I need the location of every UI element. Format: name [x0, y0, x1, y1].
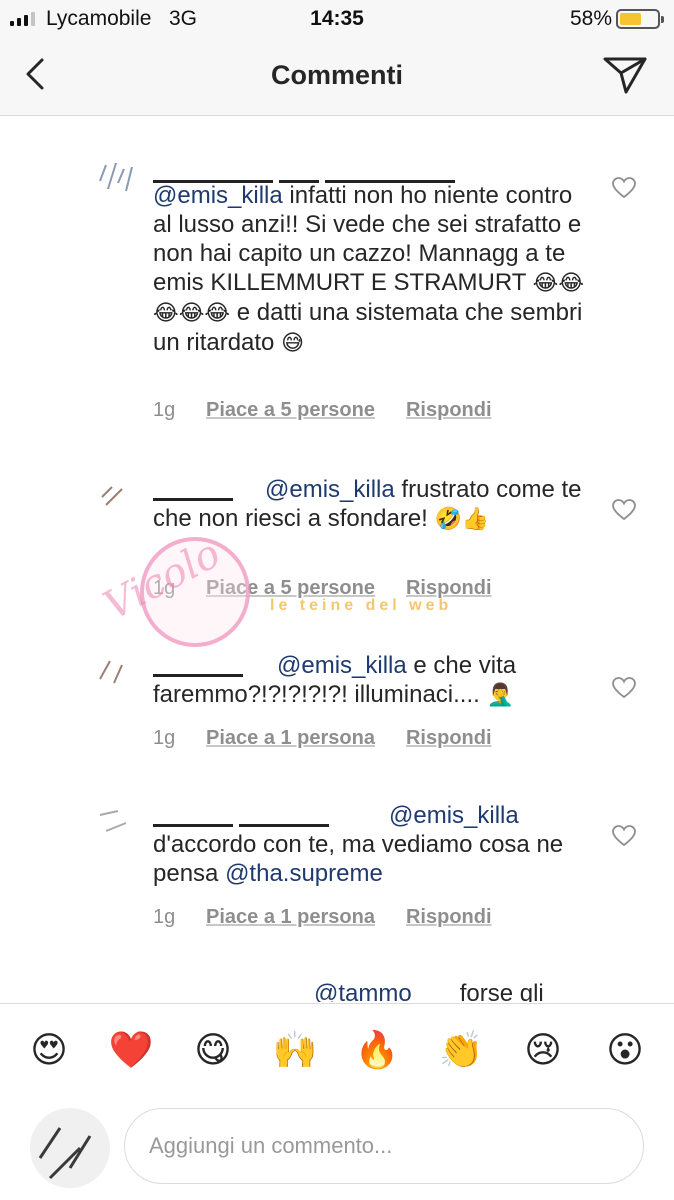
nav-header: Commenti — [0, 38, 674, 116]
yum-emoji-button[interactable]: 😋 — [190, 1028, 236, 1074]
like-heart-icon[interactable] — [612, 825, 636, 847]
avatar-redacted — [101, 486, 123, 506]
rofl-thumbs-emoji: 🤣👍 — [434, 507, 490, 532]
mention-link[interactable]: @emis_killa — [277, 652, 407, 679]
like-heart-icon[interactable] — [612, 677, 636, 699]
likes-link[interactable]: Piace a 5 persone — [206, 399, 375, 422]
reply-button[interactable]: Rispondi — [406, 727, 492, 750]
raised-hands-emoji-button[interactable]: 🙌 — [272, 1028, 318, 1074]
comment-composer — [0, 1100, 674, 1200]
comment-list[interactable]: @emis_killa infatti non ho niente contro… — [0, 117, 674, 1002]
crying-emoji-button[interactable]: 😢 — [520, 1028, 566, 1074]
red-heart-emoji-button[interactable]: ❤️ — [108, 1028, 154, 1074]
status-bar: Lycamobile 3G 14:35 58% — [0, 0, 674, 38]
battery-icon — [616, 9, 664, 29]
heart-eyes-emoji-button[interactable]: 😍 — [26, 1028, 72, 1074]
likes-link[interactable]: Piace a 1 persona — [206, 906, 375, 929]
avatar-redacted — [99, 810, 127, 832]
battery-percent: 58% — [569, 7, 612, 30]
comment-time: 1g — [153, 399, 176, 421]
mention-link[interactable]: @tha.supreme — [225, 860, 383, 887]
surprised-emoji-button[interactable]: 😮 — [602, 1028, 648, 1074]
comment-time: 1g — [153, 727, 176, 749]
likes-link[interactable]: Piace a 5 persone — [206, 577, 375, 600]
reply-button[interactable]: Rispondi — [406, 577, 492, 600]
avatar-redacted — [99, 660, 123, 684]
facepalm-emoji: 🤦‍♂️ — [486, 683, 514, 708]
mention-link[interactable]: @emis_killa — [153, 182, 283, 209]
comment-text: @emis_killa e che vita faremmo?!?!?!?!?!… — [153, 652, 517, 708]
sweat-smile-emoji: 😅 — [281, 331, 305, 356]
comment-text: @emis_killa d'accordo con te, ma vediamo… — [153, 802, 564, 887]
clapping-hands-emoji-button[interactable]: 👏 — [438, 1028, 484, 1074]
mention-link[interactable]: @emis_killa — [265, 476, 395, 503]
comment-time: 1g — [153, 906, 176, 928]
username-redacted — [153, 165, 473, 183]
user-avatar — [30, 1108, 110, 1188]
paper-plane-icon[interactable] — [602, 54, 648, 96]
comment-text: @emis_killa frustrato come te che non ri… — [153, 476, 582, 532]
username-redacted — [153, 987, 293, 1001]
page-title: Commenti — [270, 60, 403, 90]
comment-meta: 1g Piace a 5 persone Rispondi — [153, 399, 492, 422]
comment-text: @emis_killa infatti non ho niente contro… — [153, 182, 585, 356]
likes-link[interactable]: Piace a 1 persona — [206, 727, 375, 750]
comment-meta: 1g Piace a 1 persona Rispondi — [153, 727, 492, 750]
mention-link[interactable]: @emis_killa — [389, 802, 519, 829]
like-heart-icon[interactable] — [612, 177, 636, 199]
reply-button[interactable]: Rispondi — [406, 399, 492, 422]
comment-time: 1g — [153, 577, 176, 599]
comment-text: @tammo forse gli — [314, 979, 674, 1002]
reply-button[interactable]: Rispondi — [406, 906, 492, 929]
battery-level — [620, 13, 641, 25]
mention-link[interactable]: @tammo — [314, 980, 412, 1002]
comment-input[interactable] — [124, 1108, 644, 1184]
fire-emoji-button[interactable]: 🔥 — [354, 1028, 400, 1074]
avatar-redacted — [99, 162, 133, 192]
comment-meta: 1g Piace a 5 persone Rispondi — [153, 577, 492, 600]
quick-reactions-bar: 😍 ❤️ 😋 🙌 🔥 👏 😢 😮 — [0, 1003, 674, 1099]
comment-meta: 1g Piace a 1 persona Rispondi — [153, 906, 492, 929]
like-heart-icon[interactable] — [612, 499, 636, 521]
